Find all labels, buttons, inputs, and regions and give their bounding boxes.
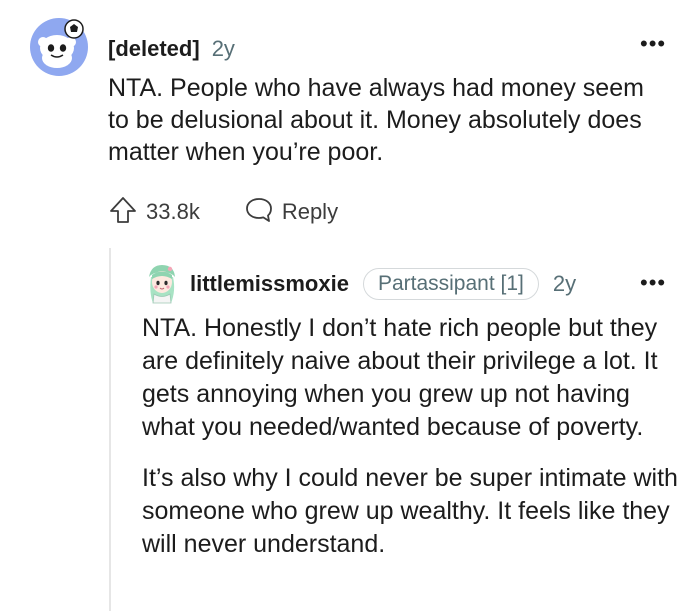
reply-body: NTA. Honestly I don’t hate rich people b… [142,312,682,579]
thread-line[interactable] [109,248,111,611]
reply-meta: littlemissmoxie Partassipant [1] 2y [190,267,576,301]
comment-age[interactable]: 2y [212,36,235,62]
upvote-arrow-icon[interactable] [108,195,138,230]
comment-actions: 33.8k Reply [108,195,338,229]
snoo-avatar-icon[interactable] [30,18,88,76]
user-avatar-icon[interactable] [143,263,181,305]
comment-meta: [deleted] 2y [108,36,235,62]
reply-label: Reply [281,199,339,224]
reply-paragraph: It’s also why I could never be super int… [142,464,678,558]
vote-control: 33.8k [108,195,200,230]
author-name[interactable]: [deleted] [108,36,200,62]
author-name[interactable]: littlemissmoxie [190,271,349,297]
reply-paragraph: NTA. Honestly I don’t hate rich people b… [142,314,658,441]
user-flair: Partassipant [1] [362,268,539,300]
comment-body: NTA. People who have always had money se… [108,72,668,168]
comment-age[interactable]: 2y [553,271,576,297]
comment-text: NTA. People who have always had money se… [108,74,644,166]
reply-button[interactable]: Reply [244,195,338,230]
more-options-button[interactable]: ••• [640,272,666,294]
more-options-button[interactable]: ••• [640,33,666,55]
vote-count: 33.8k [146,199,200,224]
speech-bubble-icon [244,195,274,230]
